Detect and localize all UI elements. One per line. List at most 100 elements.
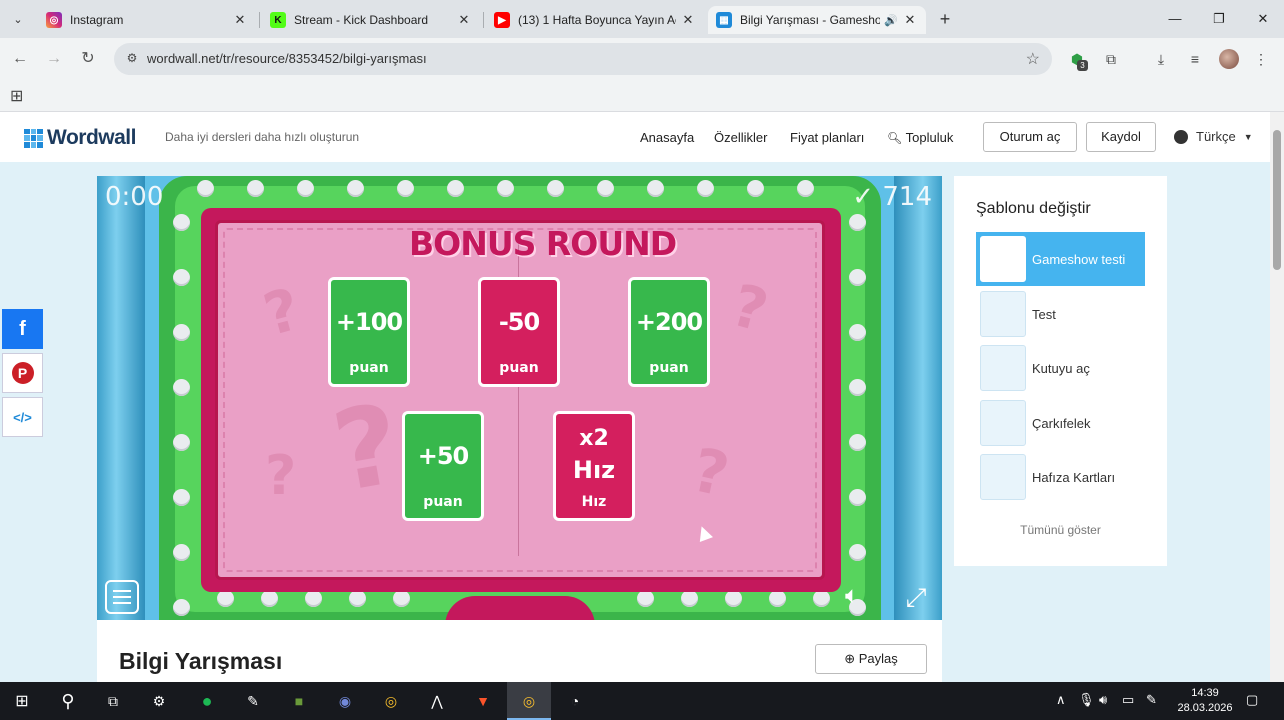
system-clock[interactable]: 14:39 28.03.2026 [1170, 686, 1240, 716]
marquee-bulb [849, 434, 866, 451]
activity-title-card: Bilgi Yarışması ⊕ Paylaş [97, 620, 942, 682]
tray-chevron-icon[interactable]: ∧ [1056, 692, 1066, 708]
tab-instagram[interactable]: ◎ Instagram ✕ [38, 6, 256, 34]
template-quiz[interactable]: Test [976, 287, 1145, 341]
volume-icon[interactable]: 🔈︎ [845, 582, 881, 612]
curtain-left [97, 176, 145, 620]
bookmark-star-icon[interactable]: ☆ [1026, 49, 1040, 69]
nav-home-link[interactable]: Anasayfa [640, 130, 694, 145]
marquee-bulb [349, 590, 366, 607]
template-flash-cards[interactable]: Hafıza Kartları [976, 450, 1145, 504]
extensions-puzzle-icon[interactable]: ⧉ [1100, 48, 1122, 70]
microphone-icon[interactable]: 🎙︎ [1078, 692, 1095, 708]
tab-search-dropdown-icon[interactable]: ⌄ [8, 9, 28, 29]
restore-icon[interactable]: ❐ [1207, 8, 1231, 30]
spotify-icon[interactable]: ● [195, 689, 219, 713]
scrollbar-thumb[interactable] [1273, 130, 1281, 270]
template-spin-wheel[interactable]: Çarkıfelek [976, 396, 1145, 450]
close-tab-icon[interactable]: ✕ [680, 12, 696, 28]
new-tab-button[interactable]: + [934, 8, 956, 30]
wordwall-favicon-icon: ▦ [716, 12, 732, 28]
tab-wordwall[interactable]: ▦ Bilgi Yarışması - Gameshow 🔊 ✕ [708, 6, 926, 34]
embed-button[interactable]: </> [2, 397, 43, 437]
card-value-secondary: Hız [572, 456, 616, 484]
reload-icon[interactable]: ↻ [76, 47, 100, 71]
login-button[interactable]: Oturum aç [983, 122, 1077, 152]
wordwall-logo[interactable]: Wordwall [24, 126, 136, 150]
search-icon[interactable]: ⚲ [56, 689, 80, 713]
site-info-icon[interactable]: ⚙ [124, 51, 140, 67]
bonus-card[interactable]: -50 puan [478, 277, 560, 387]
network-icon[interactable]: ▭ [1122, 692, 1134, 708]
tab-youtube[interactable]: ▶ (13) 1 Hafta Boyunca Yayın Aça ✕ [486, 6, 704, 34]
bonus-card[interactable]: +100 puan [328, 277, 410, 387]
windows-taskbar: ⊞ ⚲ ⧉ ⚙ ● ✎ ■ ◉ ◎ ⋀ ▼ ◎ ◔ ∧ 🎙︎ 🔊︎ ▭ ✎ 14… [0, 682, 1284, 720]
chrome-icon[interactable]: ◎ [379, 689, 403, 713]
marquee-bulb [725, 590, 742, 607]
nav-pricing-link[interactable]: Fiyat planları [790, 130, 864, 145]
steam-icon[interactable]: ⚙ [147, 689, 171, 713]
nav-community-link[interactable]: 🔍︎ Topluluk [887, 130, 953, 145]
media-control-icon[interactable]: ≡ [1184, 48, 1206, 70]
close-window-icon[interactable]: ✕ [1251, 8, 1275, 30]
brave-icon[interactable]: ▼ [471, 689, 495, 713]
bonus-card[interactable]: x2 Hız Hız [553, 411, 635, 521]
task-view-icon[interactable]: ⧉ [101, 689, 125, 713]
game-timer: 0:00 [105, 182, 164, 212]
question-mark-decoration: ? [265, 444, 297, 507]
browser-toolbar: ← → ↻ ⚙ wordwall.net/tr/resource/8353452… [0, 38, 1284, 80]
fullscreen-icon[interactable]: ⤢ [899, 580, 933, 614]
close-tab-icon[interactable]: ✕ [232, 12, 248, 28]
pen-app-icon[interactable]: ✎ [241, 689, 265, 713]
marquee-bulb [637, 590, 654, 607]
download-icon[interactable]: ⤓ [1150, 48, 1172, 70]
facebook-share-button[interactable]: f [2, 309, 43, 349]
marquee-bulb [347, 180, 364, 197]
speaker-icon[interactable]: 🔊 [884, 14, 898, 27]
forward-arrow-icon[interactable]: → [42, 47, 66, 71]
nav-features-link[interactable]: Özellikler [714, 130, 767, 145]
profile-avatar[interactable] [1219, 49, 1239, 69]
language-selector[interactable]: Türkçe ▼ [1174, 129, 1253, 144]
marquee-bulb [769, 590, 786, 607]
card-label: Hız [581, 494, 607, 510]
game-stage[interactable]: ? ? ? ? ? BONUS ROUND +100 puan -50 puan… [97, 176, 942, 620]
windows-start-icon[interactable]: ⊞ [10, 689, 34, 713]
globe-icon [1174, 129, 1188, 144]
minecraft-icon[interactable]: ■ [287, 689, 311, 713]
game-menu-button[interactable] [105, 580, 139, 614]
arrow-app-icon[interactable]: ⋀ [425, 689, 449, 713]
chrome-active-icon[interactable]: ◎ [517, 689, 541, 713]
extension-badge: 3 [1077, 60, 1088, 71]
discord-icon[interactable]: ◉ [333, 689, 357, 713]
minimize-icon[interactable]: — [1163, 8, 1187, 30]
bonus-card[interactable]: +50 puan [402, 411, 484, 521]
close-tab-icon[interactable]: ✕ [456, 12, 472, 28]
marquee-bulb [849, 544, 866, 561]
marquee-bulb [305, 590, 322, 607]
marquee-bulb [173, 489, 190, 506]
pinterest-share-button[interactable]: P [2, 353, 43, 393]
browser-menu-icon[interactable]: ⋮ [1250, 48, 1272, 70]
tab-kick-dashboard[interactable]: K Stream - Kick Dashboard ✕ [262, 6, 480, 34]
card-label: puan [499, 360, 539, 376]
notification-icon[interactable]: ▢ [1246, 692, 1258, 708]
pen-tray-icon[interactable]: ✎ [1146, 692, 1157, 708]
obs-icon[interactable]: ◔ [563, 689, 587, 713]
address-bar[interactable]: ⚙ wordwall.net/tr/resource/8353452/bilgi… [114, 43, 1052, 75]
card-label: puan [423, 494, 463, 510]
browser-tab-bar: ⌄ ◎ Instagram ✕ K Stream - Kick Dashboar… [0, 0, 1284, 38]
logo-text: Wordwall [47, 126, 136, 149]
volume-icon[interactable]: 🔊︎ [1099, 692, 1107, 708]
bonus-card[interactable]: +200 puan [628, 277, 710, 387]
apps-grid-icon[interactable]: ⊞ [10, 86, 23, 106]
url-text[interactable]: wordwall.net/tr/resource/8353452/bilgi-y… [147, 51, 427, 66]
template-open-the-box[interactable]: Kutuyu aç [976, 341, 1145, 395]
close-tab-icon[interactable]: ✕ [902, 12, 918, 28]
template-gameshow-quiz[interactable]: Gameshow testi [976, 232, 1145, 286]
back-arrow-icon[interactable]: ← [8, 47, 32, 71]
page-scrollbar[interactable] [1270, 112, 1284, 682]
signup-button[interactable]: Kaydol [1086, 122, 1156, 152]
show-all-templates-link[interactable]: Tümünü göster [954, 523, 1167, 537]
share-button[interactable]: ⊕ Paylaş [815, 644, 927, 674]
